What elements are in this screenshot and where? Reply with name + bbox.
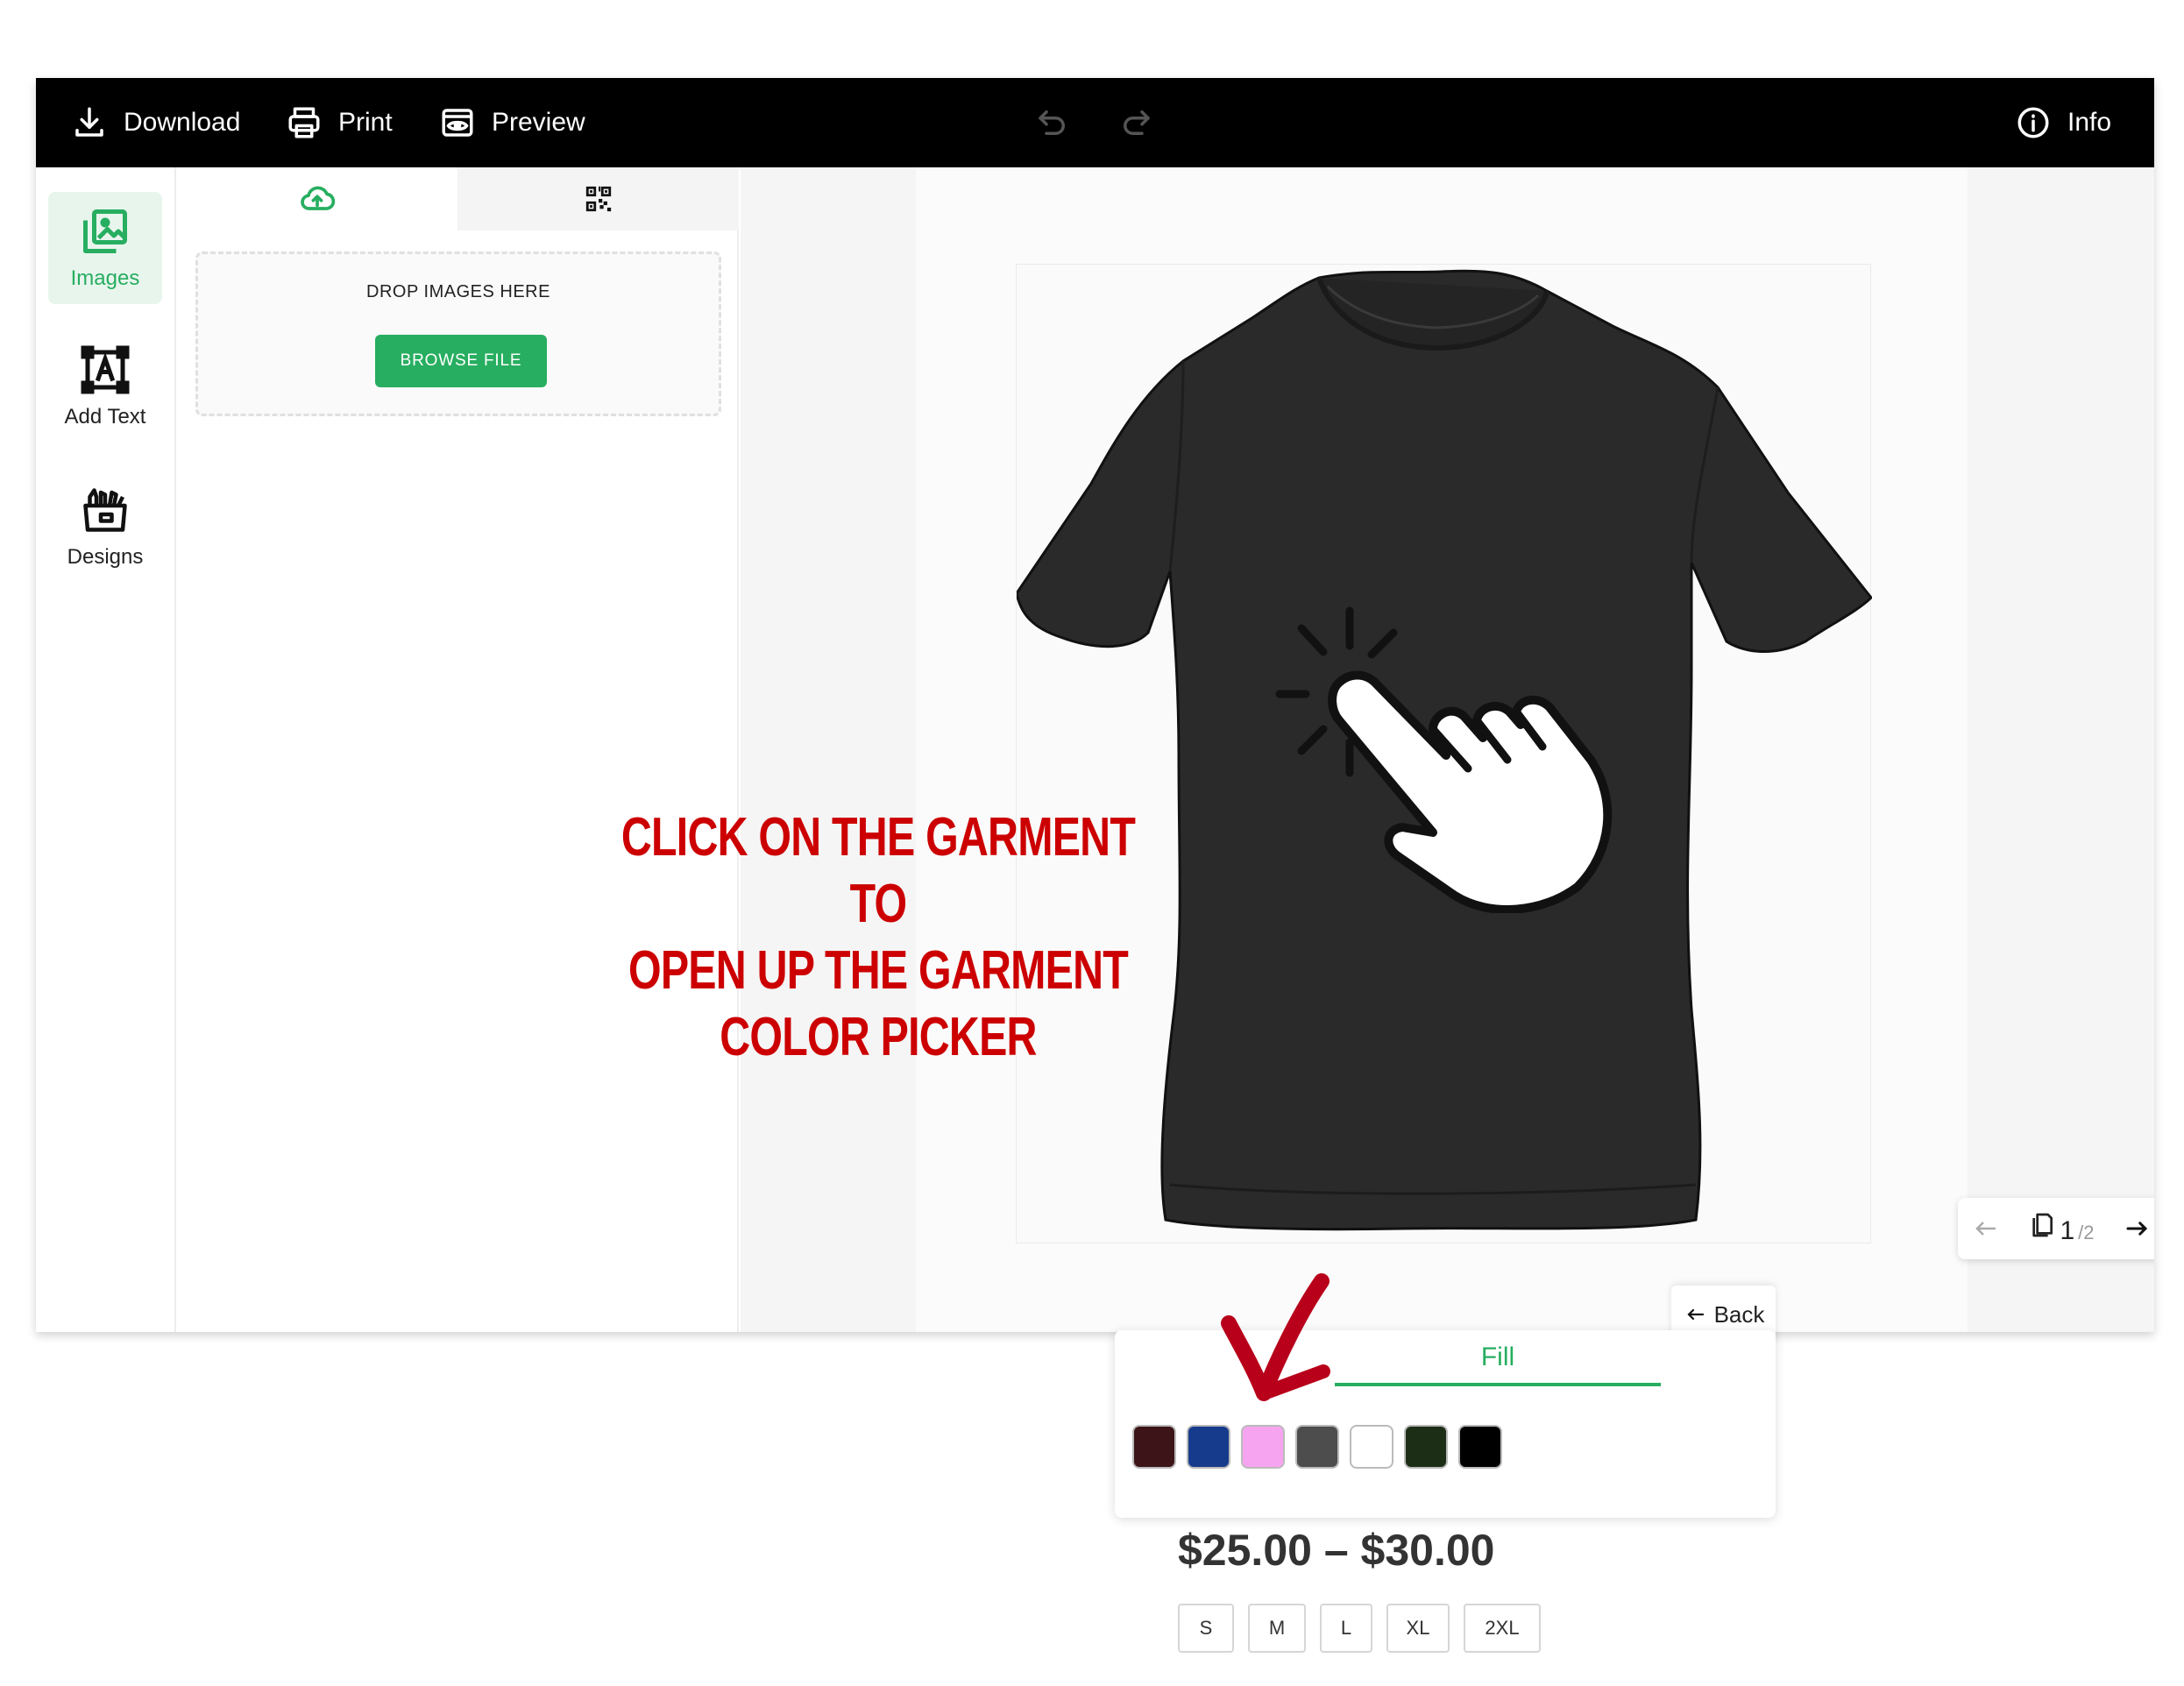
size-option[interactable]: 2XL (1464, 1604, 1541, 1653)
annotation-line: COLOR PICKER (720, 1007, 1037, 1067)
image-dropzone[interactable]: DROP IMAGES HERE BROWSE FILE (195, 251, 721, 416)
images-icon (83, 209, 127, 253)
upload-panel: DROP IMAGES HERE BROWSE FILE (176, 167, 739, 1332)
download-button[interactable]: Download (71, 78, 240, 167)
arrow-left-icon (1687, 1308, 1704, 1321)
add-text-icon (81, 345, 130, 394)
workspace (916, 167, 1968, 1332)
pages-icon (2032, 1213, 2053, 1237)
design-canvas-area: 1/2 (741, 167, 2154, 1332)
print-icon (288, 107, 320, 138)
tab-qr-code[interactable] (457, 167, 739, 230)
size-options: S M L XL 2XL (1178, 1604, 1541, 1653)
redo-icon[interactable] (1117, 104, 1154, 141)
product-price: $25.00 – $30.00 (1178, 1526, 1495, 1575)
garment-canvas[interactable] (1015, 264, 1874, 1243)
tab-upload[interactable] (176, 167, 457, 230)
undo-icon[interactable] (1034, 104, 1071, 141)
tab-fill[interactable]: Fill (1335, 1342, 1661, 1386)
checkmark-arrow-icon (1221, 1273, 1330, 1401)
swatch-maroon[interactable] (1132, 1425, 1176, 1469)
browse-file-button[interactable]: BROWSE FILE (375, 335, 547, 387)
top-toolbar: Download Print Preview Info (36, 78, 2154, 167)
dropzone-label: DROP IMAGES HERE (366, 282, 550, 301)
swatch-royal-blue[interactable] (1187, 1425, 1230, 1469)
qr-code-icon (585, 186, 611, 212)
size-option[interactable]: L (1320, 1604, 1372, 1653)
size-option[interactable]: XL (1386, 1604, 1450, 1653)
current-page: 1 (2060, 1216, 2075, 1245)
swatch-charcoal[interactable] (1295, 1425, 1339, 1469)
designer-app: Download Print Preview Info Images Add T… (36, 78, 2154, 1332)
swatch-white[interactable] (1350, 1425, 1393, 1469)
preview-label: Preview (492, 108, 585, 137)
sidebar-item-designs[interactable]: Designs (48, 471, 162, 583)
back-label: Back (1713, 1300, 1765, 1328)
annotation-line: CLICK ON THE GARMENT TO (620, 807, 1136, 934)
sidebar-item-label: Images (70, 266, 140, 290)
size-option[interactable]: M (1248, 1604, 1306, 1653)
info-icon (2017, 107, 2049, 138)
instruction-annotation: CLICK ON THE GARMENT TO OPEN UP THE GARM… (612, 804, 1145, 1071)
print-label: Print (338, 108, 393, 137)
designs-icon (83, 488, 127, 532)
sidebar-item-label: Add Text (64, 405, 146, 429)
swatch-black[interactable] (1458, 1425, 1502, 1469)
sidebar: Images Add Text Designs (36, 167, 176, 1332)
sidebar-item-add-text[interactable]: Add Text (48, 330, 162, 443)
sidebar-item-images[interactable]: Images (48, 192, 162, 304)
sidebar-item-label: Designs (67, 545, 144, 569)
annotation-line: OPEN UP THE GARMENT (628, 940, 1129, 1001)
info-label: Info (2067, 108, 2112, 137)
color-swatches (1132, 1425, 1502, 1469)
pointer-hand-icon (1275, 606, 1613, 913)
swatch-pink[interactable] (1241, 1425, 1285, 1469)
preview-icon (442, 109, 473, 137)
download-label: Download (124, 108, 241, 137)
page-navigator: 1/2 (1958, 1198, 2154, 1259)
prev-page-icon[interactable] (1968, 1215, 2003, 1242)
preview-button[interactable]: Preview (439, 78, 585, 167)
size-option[interactable]: S (1178, 1604, 1234, 1653)
next-page-icon[interactable] (2119, 1215, 2154, 1242)
upload-cloud-icon (300, 186, 335, 210)
print-button[interactable]: Print (286, 78, 393, 167)
download-icon (75, 107, 103, 137)
garment-color-picker: Fill (1115, 1330, 1776, 1518)
swatch-forest-green[interactable] (1404, 1425, 1448, 1469)
total-pages: /2 (2078, 1222, 2095, 1243)
info-button[interactable]: Info (2015, 78, 2111, 167)
